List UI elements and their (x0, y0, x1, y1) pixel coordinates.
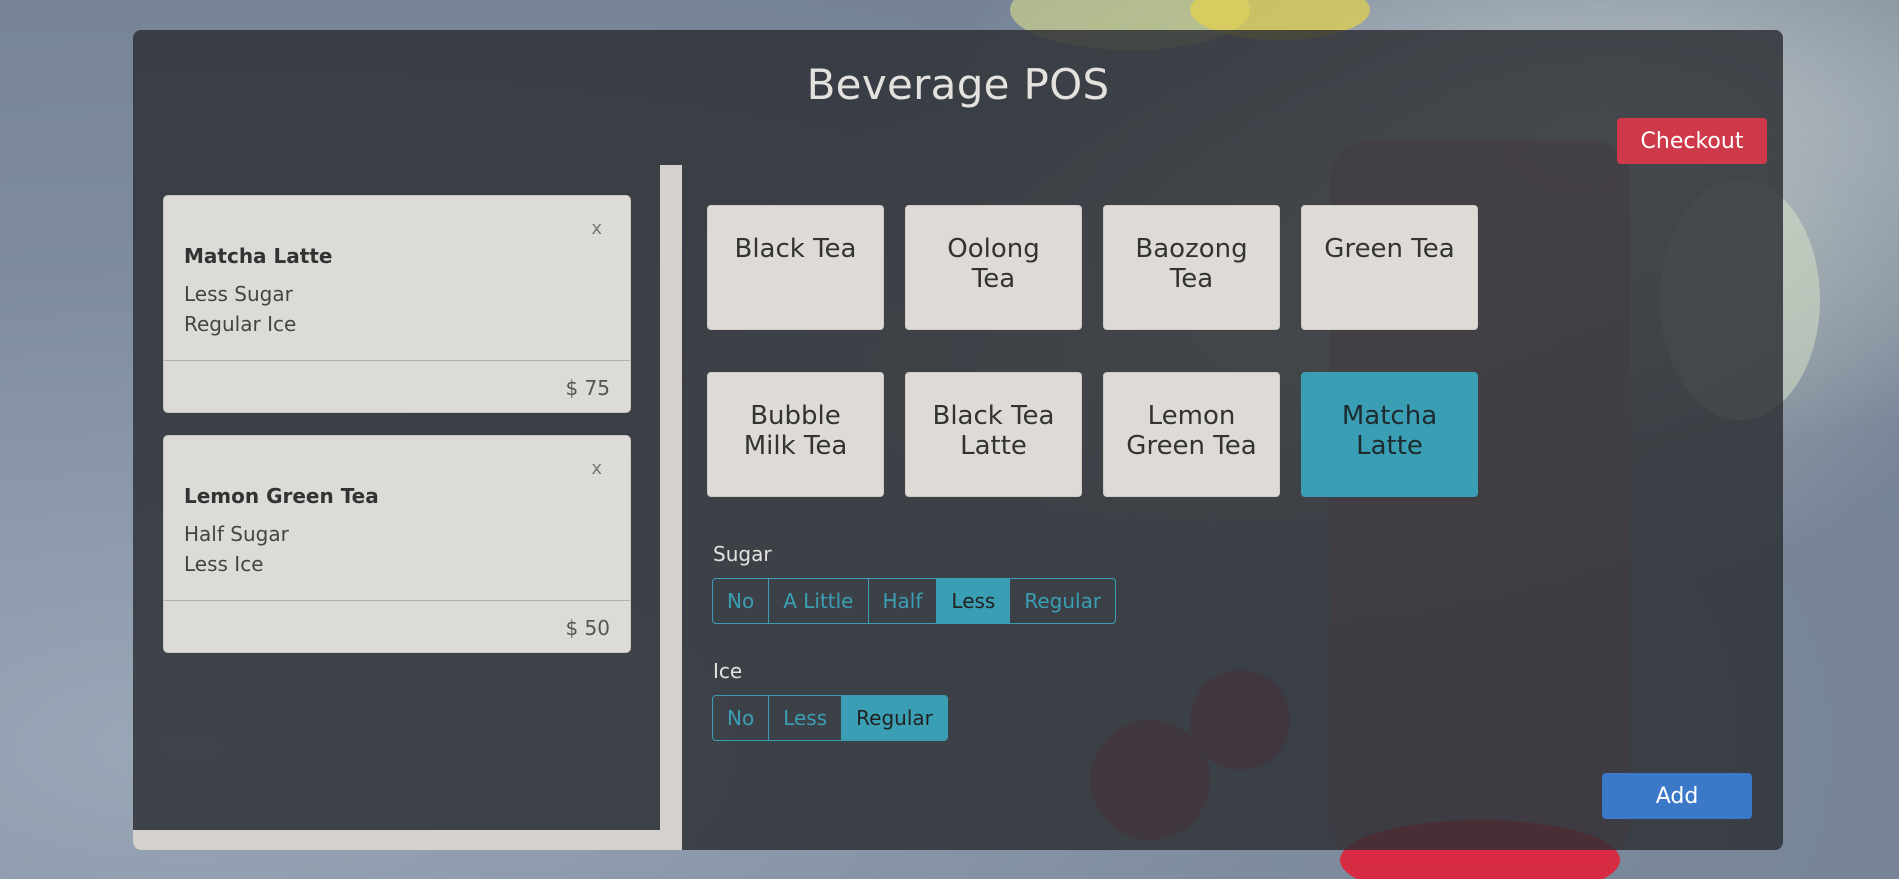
product-label: Latte (960, 431, 1027, 461)
product-label: Lemon (1147, 401, 1236, 431)
product-label: Matcha (1341, 401, 1438, 431)
order-item-ice: Regular Ice (184, 312, 297, 336)
sugar-option-half[interactable]: Half (869, 579, 938, 623)
product-label: Green Tea (1324, 234, 1455, 264)
order-item: x Matcha Latte Less Sugar Regular Ice $ … (163, 195, 631, 413)
order-item-name: Matcha Latte (184, 244, 333, 268)
ice-selector: No Less Regular (712, 695, 948, 741)
ice-label: Ice (713, 659, 743, 683)
product-label: Latte (1356, 431, 1423, 461)
product-black-tea-latte[interactable]: Black Tea Latte (905, 372, 1082, 497)
product-matcha-latte[interactable]: Matcha Latte (1301, 372, 1478, 497)
product-baozong-tea[interactable]: Baozong Tea (1103, 205, 1280, 330)
divider (164, 360, 630, 361)
divider (164, 600, 630, 601)
sugar-option-no[interactable]: No (713, 579, 770, 623)
product-label: Milk Tea (743, 431, 848, 461)
checkout-button[interactable]: Checkout (1617, 118, 1767, 164)
remove-item-button[interactable]: x (591, 218, 602, 239)
product-black-tea[interactable]: Black Tea (707, 205, 884, 330)
product-label: Tea (971, 264, 1016, 294)
page-title: Beverage POS (806, 60, 1110, 109)
horizontal-scrollbar[interactable] (133, 830, 682, 850)
sugar-label: Sugar (713, 542, 772, 566)
sugar-option-less[interactable]: Less (937, 579, 1011, 623)
product-label: Tea (1169, 264, 1214, 294)
ice-option-regular[interactable]: Regular (842, 696, 947, 740)
sugar-option-regular[interactable]: Regular (1010, 579, 1115, 623)
order-item-sugar: Half Sugar (184, 522, 289, 546)
product-green-tea[interactable]: Green Tea (1301, 205, 1478, 330)
order-item: x Lemon Green Tea Half Sugar Less Ice $ … (163, 435, 631, 653)
product-label: Black Tea (734, 234, 857, 264)
product-label: Baozong (1135, 234, 1248, 264)
order-item-sugar: Less Sugar (184, 282, 293, 306)
order-item-price: $ 75 (565, 376, 610, 400)
product-label: Green Tea (1126, 431, 1257, 461)
sugar-option-a-little[interactable]: A Little (769, 579, 869, 623)
product-label: Bubble (750, 401, 841, 431)
product-label: Black Tea (932, 401, 1055, 431)
product-oolong-tea[interactable]: Oolong Tea (905, 205, 1082, 330)
ice-option-less[interactable]: Less (769, 696, 843, 740)
order-item-name: Lemon Green Tea (184, 484, 379, 508)
ice-option-no[interactable]: No (713, 696, 770, 740)
product-bubble-milk-tea[interactable]: Bubble Milk Tea (707, 372, 884, 497)
order-item-ice: Less Ice (184, 552, 264, 576)
order-list: x Matcha Latte Less Sugar Regular Ice $ … (163, 195, 631, 675)
pos-panel: Beverage POS Checkout x Matcha Latte Les… (133, 30, 1783, 850)
product-lemon-green-tea[interactable]: Lemon Green Tea (1103, 372, 1280, 497)
vertical-scrollbar[interactable] (660, 165, 682, 850)
order-item-price: $ 50 (565, 616, 610, 640)
add-button[interactable]: Add (1602, 773, 1752, 819)
remove-item-button[interactable]: x (591, 458, 602, 479)
sugar-selector: No A Little Half Less Regular (712, 578, 1117, 624)
product-label: Oolong (947, 234, 1040, 264)
